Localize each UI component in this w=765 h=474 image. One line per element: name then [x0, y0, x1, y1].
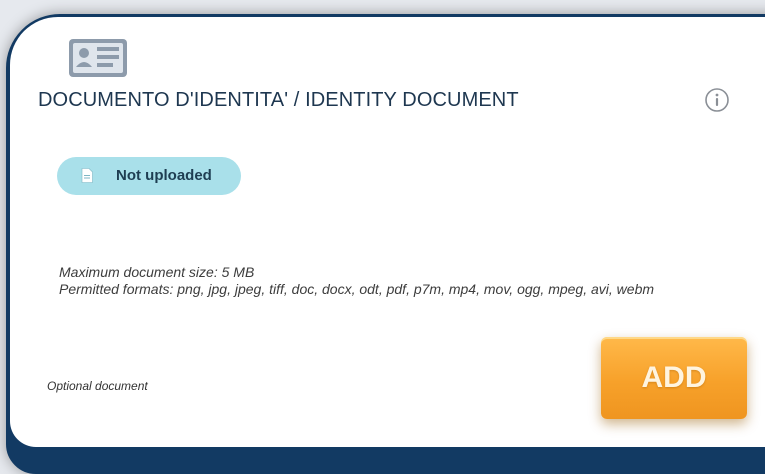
- identity-document-card: DOCUMENTO D'IDENTITA' / IDENTITY DOCUMEN…: [10, 17, 765, 447]
- add-button[interactable]: ADD: [601, 337, 747, 419]
- max-size-text: Maximum document size: 5 MB: [59, 264, 255, 280]
- optional-document-label: Optional document: [47, 379, 148, 393]
- document-title: DOCUMENTO D'IDENTITA' / IDENTITY DOCUMEN…: [38, 89, 519, 111]
- status-label: Not uploaded: [116, 167, 212, 184]
- status-badge: Not uploaded: [57, 157, 241, 195]
- upload-requirements: Maximum document size: 5 MB Permitted fo…: [59, 264, 719, 298]
- info-icon[interactable]: [704, 87, 730, 113]
- id-card-icon: [69, 39, 127, 77]
- document-icon: [81, 168, 93, 183]
- permitted-formats-text: Permitted formats: png, jpg, jpeg, tiff,…: [59, 281, 655, 297]
